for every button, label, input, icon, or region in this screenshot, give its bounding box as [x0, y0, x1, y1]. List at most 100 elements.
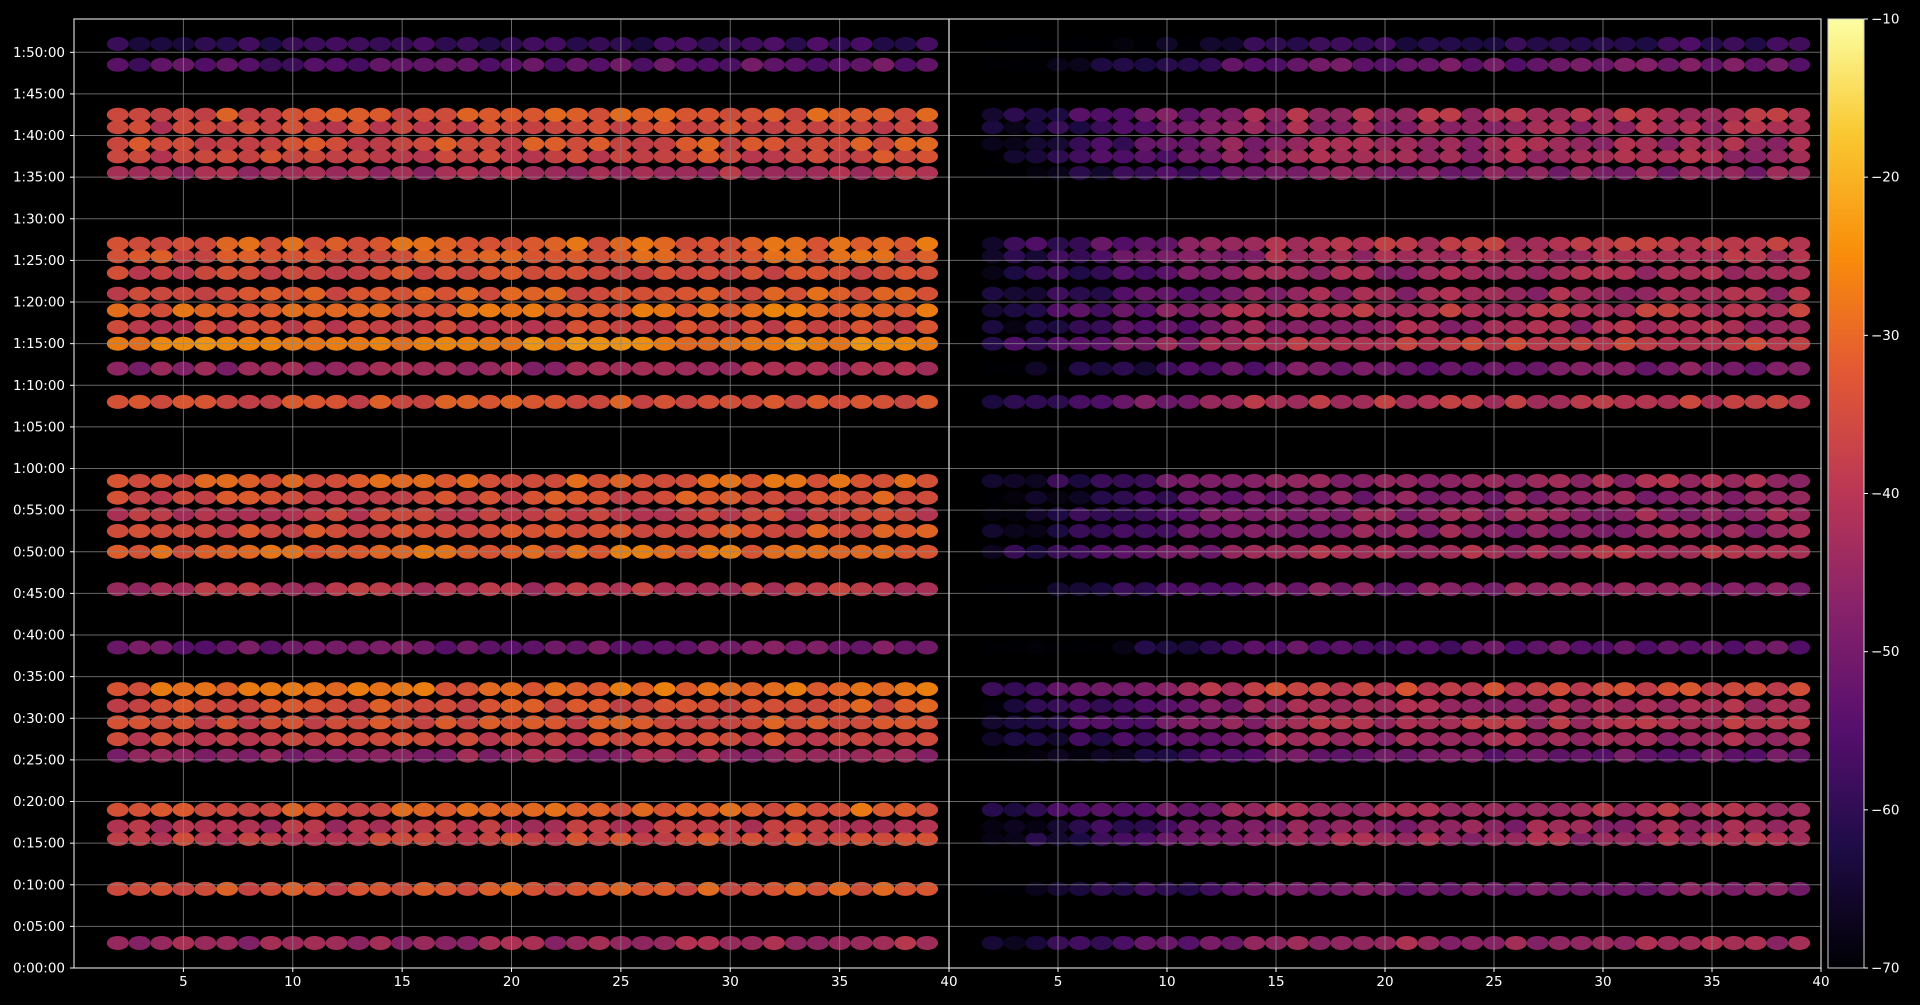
heatmap-cell: [1308, 819, 1331, 834]
heatmap-cell: [1003, 249, 1026, 264]
heatmap-cell: [763, 640, 785, 655]
heatmap-cell: [1068, 507, 1091, 522]
heatmap-cell: [456, 320, 479, 334]
heatmap-cell: [1657, 249, 1680, 264]
heatmap-cell: [566, 640, 589, 655]
heatmap-cell: [434, 682, 457, 697]
heatmap-cell: [1766, 682, 1789, 697]
heatmap-cell: [1439, 236, 1462, 251]
heatmap-cell: [238, 832, 260, 846]
heatmap-cell: [631, 265, 654, 280]
heatmap-cell: [784, 936, 807, 950]
heatmap-cell: [1308, 37, 1331, 51]
heatmap-cell: [1766, 286, 1789, 301]
heatmap-cell: [522, 715, 545, 730]
heatmap-cell: [1504, 107, 1527, 122]
heatmap-cell: [1657, 819, 1680, 834]
heatmap-cell: [1286, 265, 1309, 280]
heatmap-cell: [1243, 582, 1266, 597]
heatmap-cell: [588, 107, 610, 122]
heatmap-cell: [150, 37, 173, 51]
heatmap-cell: [1722, 802, 1745, 817]
y-tick-label: 1:00:00: [13, 461, 65, 477]
heatmap-cell: [1722, 37, 1745, 51]
heatmap-cell: [1221, 320, 1244, 334]
heatmap-cell: [631, 107, 654, 122]
heatmap-cell: [413, 732, 435, 747]
heatmap-cell: [1177, 303, 1200, 318]
heatmap-cell: [1134, 37, 1157, 51]
heatmap-cell: [194, 320, 217, 334]
heatmap-cell: [1286, 57, 1309, 72]
heatmap-cell: [806, 490, 829, 505]
heatmap-cell: [544, 361, 567, 376]
heatmap-cell: [1417, 166, 1440, 180]
heatmap-cell: [1003, 57, 1026, 72]
heatmap-cell: [784, 166, 807, 180]
heatmap-cell: [238, 819, 260, 834]
heatmap-cell: [697, 136, 720, 151]
heatmap-cell: [653, 524, 676, 538]
heatmap-cell: [675, 732, 698, 747]
heatmap-cell: [653, 936, 676, 950]
heatmap-cell: [675, 37, 698, 51]
heatmap-cell: [544, 698, 567, 713]
heatmap-cell: [1766, 361, 1789, 376]
heatmap-cell: [1330, 166, 1353, 180]
heatmap-cell: [1286, 149, 1309, 164]
heatmap-cell: [238, 732, 260, 747]
heatmap-cell: [259, 394, 282, 409]
heatmap-cell: [303, 881, 326, 896]
heatmap-cell: [106, 524, 129, 538]
heatmap-cell: [1286, 286, 1309, 301]
heatmap-cell: [325, 57, 348, 72]
heatmap-cell: [413, 715, 435, 730]
heatmap-cell: [1722, 286, 1745, 301]
heatmap-cell: [1788, 57, 1811, 72]
heatmap-cell: [128, 166, 151, 180]
heatmap-cell: [1613, 136, 1636, 151]
heatmap-cell: [1526, 136, 1549, 151]
heatmap-cell: [238, 166, 260, 180]
heatmap-cell: [325, 474, 348, 488]
heatmap-cell: [850, 394, 873, 409]
heatmap-cell: [369, 474, 392, 488]
heatmap-cell: [347, 748, 370, 763]
heatmap-cell: [194, 524, 217, 538]
heatmap-cell: [675, 582, 698, 597]
heatmap-cell: [1788, 881, 1811, 896]
heatmap-cell: [916, 881, 939, 896]
heatmap-cell: [763, 936, 785, 950]
heatmap-cell: [631, 715, 654, 730]
heatmap-cell: [741, 881, 764, 896]
heatmap-cell: [216, 474, 239, 488]
heatmap-cell: [1504, 732, 1527, 747]
heatmap-cell: [1635, 698, 1658, 713]
heatmap-cell: [763, 265, 785, 280]
heatmap-cell: [1286, 819, 1309, 834]
heatmap-cell: [1722, 748, 1745, 763]
heatmap-cell: [1352, 107, 1375, 122]
x-tick-label: 35: [1703, 974, 1720, 990]
heatmap-cell: [259, 236, 282, 251]
heatmap-cell: [1025, 732, 1048, 747]
heatmap-cell: [128, 507, 151, 522]
heatmap-cell: [653, 698, 676, 713]
heatmap-cell: [1635, 524, 1658, 538]
heatmap-cell: [872, 582, 895, 597]
heatmap-cell: [238, 490, 260, 505]
heatmap-cell: [1788, 732, 1811, 747]
heatmap-cell: [259, 249, 282, 264]
heatmap-cell: [631, 832, 654, 846]
heatmap-cell: [763, 819, 785, 834]
heatmap-cell: [325, 819, 348, 834]
heatmap-cell: [675, 936, 698, 950]
heatmap-cell: [325, 120, 348, 135]
heatmap-cell: [566, 524, 589, 538]
heatmap-cell: [1134, 936, 1157, 950]
heatmap-cell: [1679, 136, 1702, 151]
heatmap-cell: [1657, 265, 1680, 280]
heatmap-cell: [1613, 881, 1636, 896]
heatmap-cell: [325, 303, 348, 318]
heatmap-cell: [478, 394, 501, 409]
